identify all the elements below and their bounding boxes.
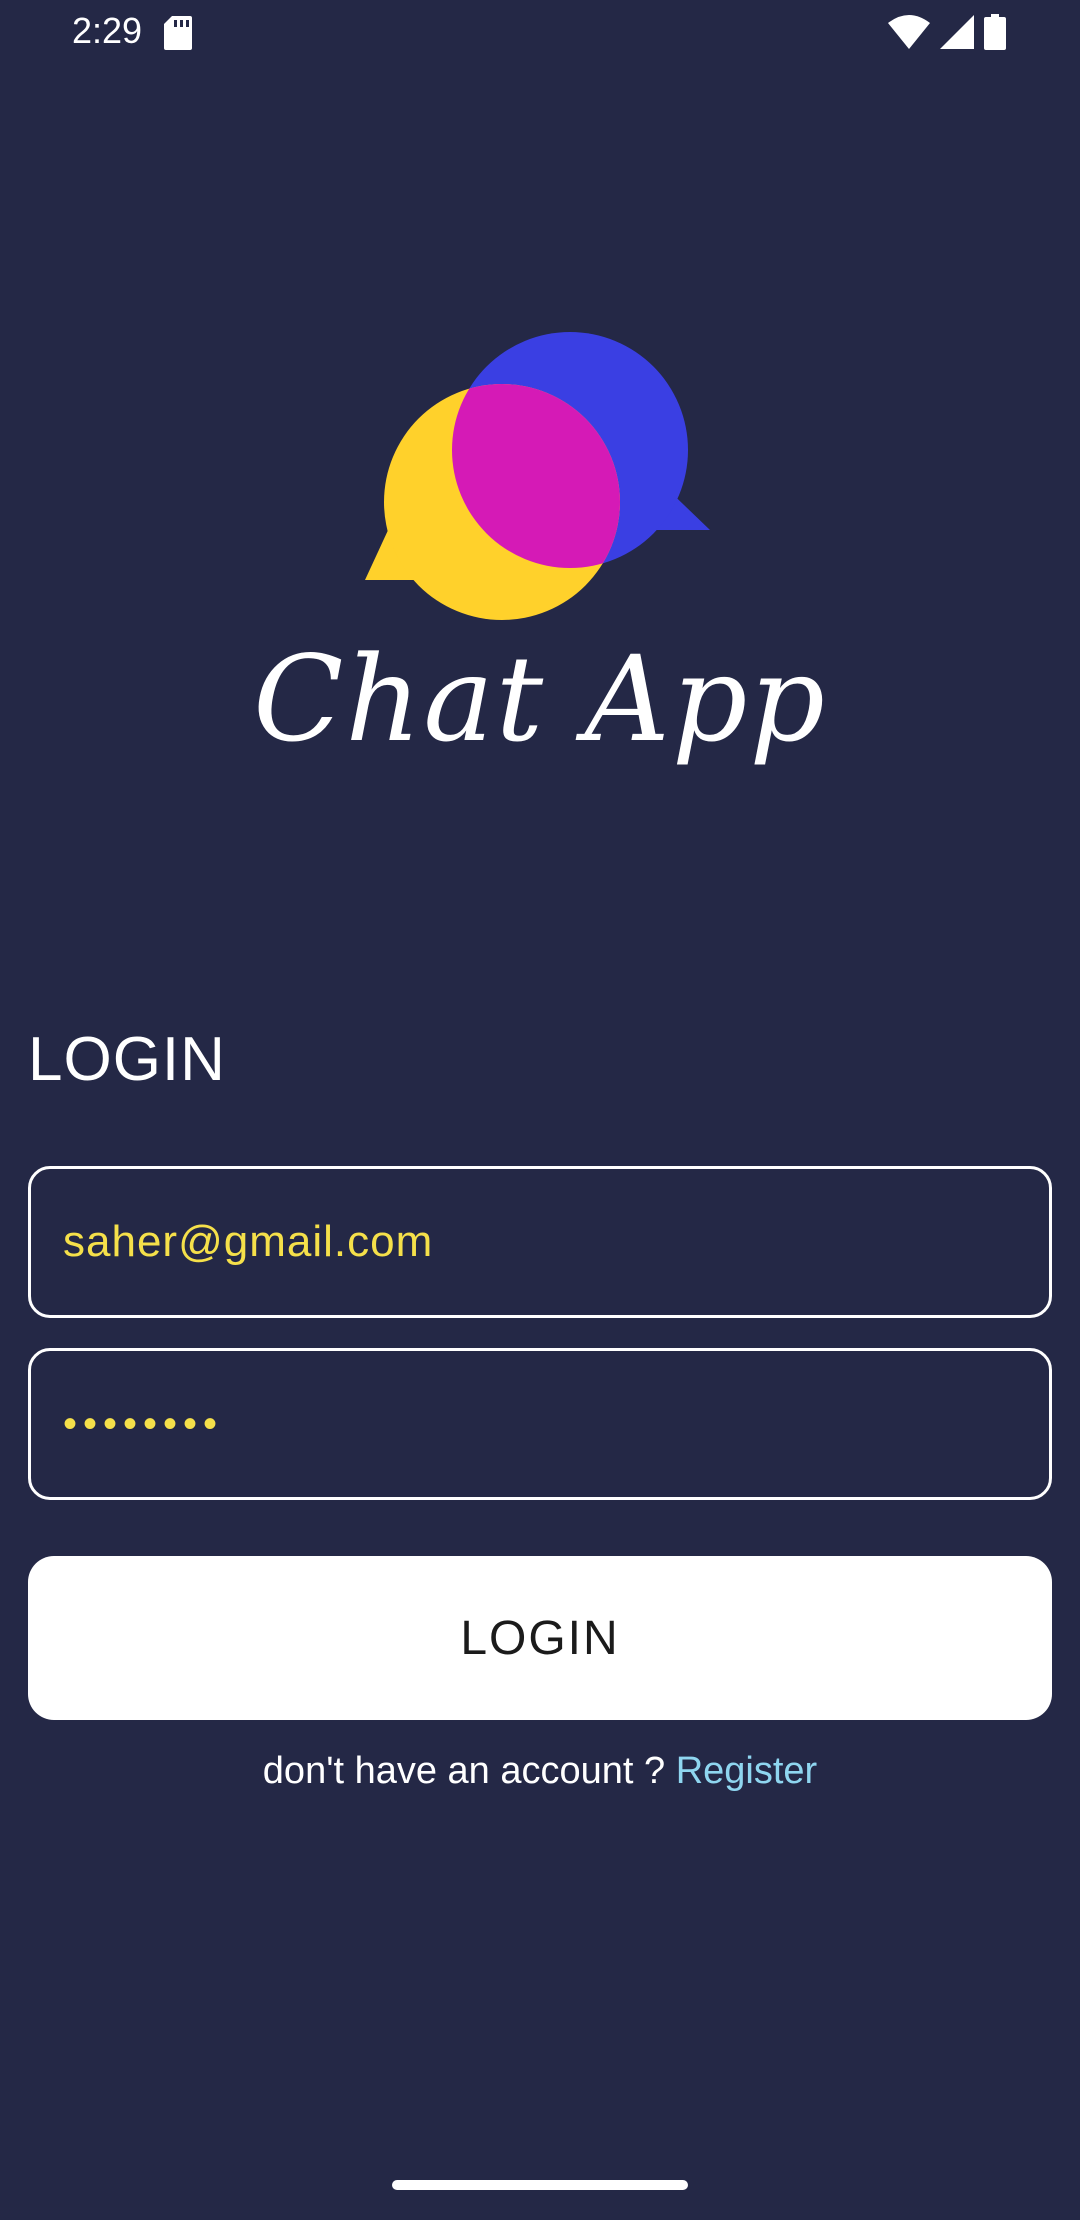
register-prompt-line: don't have an account ? Register [0,1750,1080,1793]
password-field[interactable]: •••••••• [28,1348,1052,1500]
home-indicator[interactable] [392,2180,688,2190]
signal-icon [940,15,974,49]
register-link[interactable]: Register [676,1750,818,1792]
status-bar: 2:29 [0,0,1080,64]
register-prompt: don't have an account ? [262,1750,676,1792]
chat-app-logo [365,332,710,620]
status-time: 2:29 [72,10,143,51]
wifi-icon [888,15,930,49]
status-icons [888,14,1006,50]
page-title: LOGIN [28,1025,226,1094]
email-value: saher@gmail.com [63,1217,434,1266]
app-name: Chat App [253,630,827,768]
sd-card-icon [164,16,192,50]
login-button[interactable]: LOGIN [28,1556,1052,1720]
login-screen: 2:29 Chat App LOGIN saher@gmail.com ••••… [0,0,1080,2220]
email-field[interactable]: saher@gmail.com [28,1166,1052,1318]
password-value: •••••••• [63,1401,224,1446]
battery-icon [984,14,1006,50]
